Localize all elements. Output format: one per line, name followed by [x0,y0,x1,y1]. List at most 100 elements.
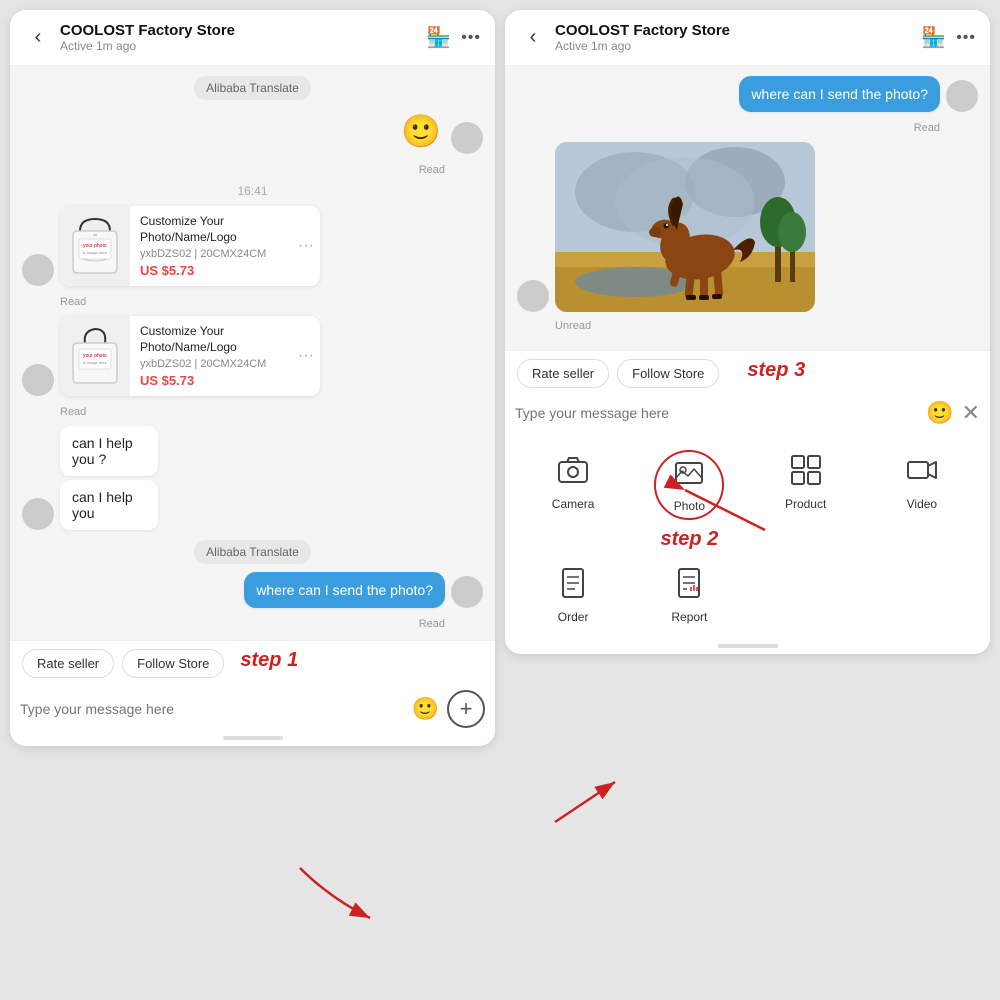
product1-row: your photo & image here Customize Your P… [22,206,483,286]
product-img-1: your photo & image here [60,206,130,286]
active-status: Active 1m ago [60,39,418,53]
report-label: Report [671,610,707,624]
right-header: ‹ COOLOST Factory Store Active 1m ago 🏪 … [505,10,990,66]
product-img-2: your photo & image here [60,316,130,396]
read-label-3: Read [60,406,483,418]
store-avatar-2 [22,364,54,396]
order-item[interactable]: Order [517,559,629,632]
video-label: Video [907,497,937,511]
right-store-avatar [517,280,549,312]
product-price-1: US $5.73 [140,263,282,278]
product-item[interactable]: Product [750,446,862,555]
step3-label: step 3 [747,359,805,388]
step1-label: step 1 [240,649,298,678]
rate-seller-btn[interactable]: Rate seller [22,649,114,678]
header-icons: 🏪 ••• [426,25,481,50]
right-read-label: Read [517,122,940,134]
step2-arrow [535,762,635,842]
user-msg-row: where can I send the photo? [22,572,483,608]
helper-msg-1: can I help you ? [60,426,158,476]
right-action-buttons: Rate seller Follow Store step 3 [505,351,990,394]
helper-row: can I help you ? can I help you [22,426,483,530]
svg-text:& image here: & image here [83,360,108,365]
photo-icon [674,458,704,495]
timestamp: 16:41 [237,184,267,198]
right-follow-store-btn[interactable]: Follow Store [617,359,719,388]
back-button[interactable]: ‹ [24,26,52,49]
right-input-row: 🙂 ✕ [505,394,990,434]
product-sku-1: yxbDZS02 | 20CMX24CM [140,248,282,260]
plus-add-btn[interactable]: + [447,690,485,728]
right-header-info: COOLOST Factory Store Active 1m ago [555,22,913,53]
left-bottom-bar: Rate seller Follow Store step 1 🙂 + [10,640,495,746]
product-card-2[interactable]: your photo & image here Customize Your P… [60,316,320,396]
right-message-input[interactable] [515,405,918,421]
product-price-2: US $5.73 [140,373,282,388]
right-more-icon[interactable]: ••• [956,29,976,47]
left-message-input[interactable] [20,701,404,717]
emoji-icon-right[interactable]: 🙂 [926,400,953,426]
emoji-msg-row: 🙂 [22,108,483,154]
right-back-button[interactable]: ‹ [519,26,547,49]
left-header: ‹ COOLOST Factory Store Active 1m ago 🏪 … [10,10,495,66]
product-title-1: Customize Your Photo/Name/Logo [140,214,282,245]
svg-text:your photo: your photo [83,353,107,359]
helper-messages: can I help you ? can I help you [60,426,183,530]
left-chat-area: Alibaba Translate 🙂 Read 16:41 [10,66,495,640]
step2-label: step 2 [660,528,718,551]
store-title: COOLOST Factory Store [60,22,418,39]
product-more-1[interactable]: ··· [292,206,320,286]
shop-icon[interactable]: 🏪 [426,25,451,50]
more-icon[interactable]: ••• [461,29,481,47]
follow-store-btn[interactable]: Follow Store [122,649,224,678]
order-icon [557,567,589,606]
photo-item-wrapper: Photo step 2 [633,446,745,555]
read-label-2: Read [60,296,483,308]
user-avatar-2 [451,576,483,608]
header-info: COOLOST Factory Store Active 1m ago [60,22,418,53]
user-read-label: Read [22,618,445,630]
video-item[interactable]: Video [866,446,978,555]
media-grid: Camera [505,434,990,644]
right-user-avatar [946,80,978,112]
translate-bar: Alibaba Translate [194,76,311,100]
product-icon [790,454,822,493]
close-icon-right[interactable]: ✕ [962,400,980,426]
photo-label: Photo [674,499,705,513]
svg-text:your photo: your photo [83,243,107,249]
product-card-1[interactable]: your photo & image here Customize Your P… [60,206,320,286]
action-buttons: Rate seller Follow Store step 1 [10,641,495,684]
video-icon [906,454,938,493]
unread-label: Unread [555,320,978,332]
photo-item[interactable]: Photo [654,450,724,520]
svg-text:& image here: & image here [83,250,108,255]
right-user-msg-bubble: where can I send the photo? [739,76,940,112]
right-chat-area: where can I send the photo? Read [505,66,990,350]
step1-arrow [290,858,410,938]
camera-icon [557,454,589,493]
product-info-2: Customize Your Photo/Name/Logo yxbDZS02 … [130,316,292,396]
order-label: Order [558,610,589,624]
right-rate-seller-btn[interactable]: Rate seller [517,359,609,388]
product-title-2: Customize Your Photo/Name/Logo [140,324,282,355]
right-header-icons: 🏪 ••• [921,25,976,50]
emoji-icon-left[interactable]: 🙂 [412,696,439,722]
horse-img-row [517,142,978,312]
user-avatar [451,122,483,154]
product-label: Product [785,497,826,511]
right-bottom-bar: Rate seller Follow Store step 3 🙂 ✕ [505,350,990,654]
store-avatar-1 [22,254,54,286]
right-shop-icon[interactable]: 🏪 [921,25,946,50]
helper-msg-2: can I help you [60,480,158,530]
read-label-1: Read [22,164,445,176]
emoji-bubble: 🙂 [397,108,445,154]
user-msg-bubble: where can I send the photo? [244,572,445,608]
camera-label: Camera [552,497,595,511]
camera-item[interactable]: Camera [517,446,629,555]
report-icon [673,567,705,606]
report-item[interactable]: Report [633,559,745,632]
product-info-1: Customize Your Photo/Name/Logo yxbDZS02 … [130,206,292,286]
product2-row: your photo & image here Customize Your P… [22,316,483,396]
product-more-2[interactable]: ··· [292,316,320,396]
left-input-row: 🙂 + [10,684,495,736]
